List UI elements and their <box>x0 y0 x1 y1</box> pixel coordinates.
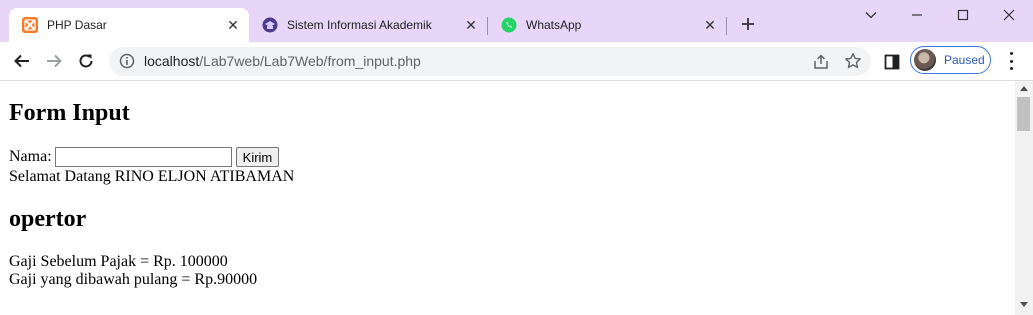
name-input[interactable] <box>54 147 232 167</box>
salary-before-tax: Gaji Sebelum Pajak = Rp. 100000 <box>9 253 228 270</box>
chevron-down-icon <box>865 12 877 19</box>
close-icon[interactable]: ✕ <box>225 17 241 33</box>
arrow-right-icon <box>47 54 62 68</box>
profile-status: Paused <box>944 53 985 67</box>
back-button[interactable] <box>11 50 33 72</box>
maximize-button[interactable] <box>948 4 978 26</box>
tab-search-button[interactable] <box>856 4 886 26</box>
avatar <box>914 49 936 71</box>
minimize-button[interactable] <box>902 4 932 26</box>
tab-sistem-informasi-akademik[interactable]: Sistem Informasi Akademik ✕ <box>249 8 487 42</box>
plus-icon <box>742 18 754 30</box>
reload-button[interactable] <box>75 50 97 72</box>
xampp-icon <box>22 17 38 33</box>
tab-separator <box>726 17 727 35</box>
name-label: Nama: <box>9 148 52 165</box>
forward-button[interactable] <box>43 50 65 72</box>
profile-button[interactable]: Paused <box>910 46 991 74</box>
tab-title: WhatsApp <box>526 18 582 32</box>
new-tab-button[interactable] <box>737 13 759 35</box>
tab-whatsapp[interactable]: WhatsApp ✕ <box>488 8 726 42</box>
scroll-up-icon[interactable] <box>1020 86 1028 91</box>
whatsapp-icon <box>501 17 517 33</box>
tab-php-dasar[interactable]: PHP Dasar ✕ <box>9 8 249 42</box>
tab-title: PHP Dasar <box>47 18 107 32</box>
section-heading: opertor <box>9 206 87 232</box>
input-form: Nama: Kirim <box>9 147 280 167</box>
url-path: /Lab7web/Lab7Web/from_input.php <box>199 53 421 69</box>
scroll-down-icon[interactable] <box>1020 302 1028 307</box>
url-text[interactable]: localhost/Lab7web/Lab7Web/from_input.php <box>144 53 421 69</box>
more-menu-icon[interactable] <box>1004 52 1018 70</box>
browser-toolbar: localhost/Lab7web/Lab7Web/from_input.php… <box>0 42 1033 81</box>
vertical-scrollbar[interactable] <box>1015 81 1033 315</box>
close-icon <box>1003 9 1015 21</box>
side-panel-icon[interactable] <box>884 54 900 70</box>
page-title: Form Input <box>9 100 130 126</box>
page-content: Form Input Nama: Kirim Selamat Datang RI… <box>0 81 1015 315</box>
close-icon[interactable]: ✕ <box>702 17 718 33</box>
share-icon[interactable] <box>812 53 830 71</box>
close-window-button[interactable] <box>994 4 1024 26</box>
info-icon[interactable] <box>119 53 135 69</box>
scrollbar-thumb[interactable] <box>1017 97 1030 131</box>
submit-button[interactable]: Kirim <box>235 147 280 167</box>
academic-icon <box>262 17 278 33</box>
star-icon[interactable] <box>844 52 862 70</box>
arrow-left-icon <box>14 54 29 68</box>
tab-title: Sistem Informasi Akademik <box>287 18 432 32</box>
salary-take-home: Gaji yang dibawah pulang = Rp.90000 <box>9 271 258 288</box>
address-bar[interactable]: localhost/Lab7web/Lab7Web/from_input.php <box>109 47 871 76</box>
reload-icon <box>79 54 93 68</box>
welcome-text: Selamat Datang RINO ELJON ATIBAMAN <box>9 168 295 185</box>
tab-strip: PHP Dasar ✕ Sistem Informasi Akademik ✕ … <box>0 0 1033 42</box>
close-icon[interactable]: ✕ <box>463 17 479 33</box>
minimize-icon <box>912 14 922 16</box>
url-host: localhost <box>144 53 200 69</box>
maximize-icon <box>957 9 969 21</box>
